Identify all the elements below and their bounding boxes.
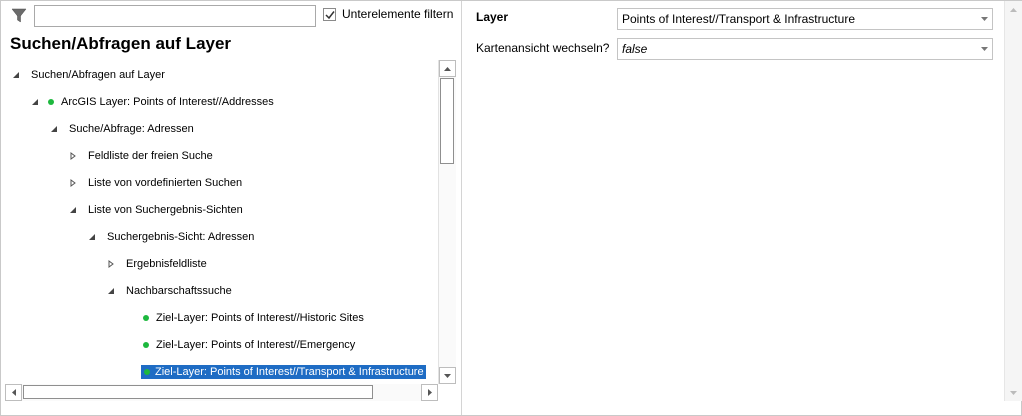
selection-highlight: Ziel-Layer: Points of Interest//Transpor…	[141, 365, 426, 379]
kartenansicht-dropdown[interactable]: false	[617, 38, 993, 60]
scroll-down-button[interactable]	[1005, 384, 1022, 401]
tree-node-label: Ergebnisfeldliste	[126, 258, 207, 270]
tree-node-label: Ziel-Layer: Points of Interest//Emergenc…	[156, 339, 356, 351]
expanded-arrow-icon[interactable]	[106, 286, 116, 296]
expanded-arrow-icon[interactable]	[11, 70, 21, 80]
tree-node[interactable]: Ziel-Layer: Points of Interest//Emergenc…	[143, 336, 357, 354]
scroll-right-button[interactable]	[421, 384, 438, 401]
tree-node[interactable]: Nachbarschaftssuche	[106, 282, 234, 300]
property-label-kartenansicht: Kartenansicht wechseln?	[476, 41, 610, 55]
panel-title: Suchen/Abfragen auf Layer	[10, 34, 232, 53]
expanded-arrow-icon[interactable]	[49, 124, 59, 134]
tree-node[interactable]: Liste von Suchergebnis-Sichten	[68, 201, 245, 219]
left-panel: Unterelemente filtern Suchen/Abfragen au…	[1, 1, 461, 415]
tree-node-label: Liste von vordefinierten Suchen	[88, 177, 243, 189]
window-frame: Unterelemente filtern Suchen/Abfragen au…	[0, 0, 1022, 416]
arrow-up-icon	[444, 66, 451, 71]
tree-horizontal-scrollbar[interactable]	[5, 384, 438, 401]
tree-node-label: ArcGIS Layer: Points of Interest//Addres…	[61, 96, 274, 108]
scroll-thumb[interactable]	[440, 78, 454, 164]
filter-input[interactable]	[34, 5, 316, 27]
scroll-left-button[interactable]	[5, 384, 22, 401]
tree-node[interactable]: ArcGIS Layer: Points of Interest//Addres…	[30, 93, 276, 111]
chevron-down-icon[interactable]	[976, 39, 992, 59]
status-dot-icon	[143, 342, 149, 348]
checkmark-icon	[325, 10, 335, 19]
tree-node[interactable]: Ergebnisfeldliste	[106, 255, 209, 273]
chevron-down-icon[interactable]	[976, 9, 992, 29]
tree-node-label: Suchen/Abfragen auf Layer	[31, 69, 165, 81]
scroll-up-button[interactable]	[1005, 1, 1022, 18]
scroll-thumb[interactable]	[23, 385, 373, 399]
layer-dropdown[interactable]: Points of Interest//Transport & Infrastr…	[617, 8, 993, 30]
tree-node-label: Suchergebnis-Sicht: Adressen	[107, 231, 255, 243]
expanded-arrow-icon[interactable]	[68, 205, 78, 215]
collapsed-arrow-icon[interactable]	[68, 151, 78, 161]
scroll-down-button[interactable]	[439, 367, 456, 384]
tree-vertical-scrollbar[interactable]	[438, 60, 456, 384]
property-panel: Layer Points of Interest//Transport & In…	[462, 1, 1022, 415]
tree-node[interactable]: Ziel-Layer: Points of Interest//Historic…	[143, 309, 366, 327]
tree-node-label: Ziel-Layer: Points of Interest//Transpor…	[155, 366, 424, 378]
tree-node-label: Feldliste der freien Suche	[88, 150, 213, 162]
status-dot-icon	[143, 315, 149, 321]
status-dot-icon	[48, 99, 54, 105]
tree-node[interactable]: Feldliste der freien Suche	[68, 147, 215, 165]
scroll-up-button[interactable]	[439, 60, 456, 77]
filter-icon[interactable]	[11, 8, 27, 24]
subfilter-checkbox-row[interactable]: Unterelemente filtern	[323, 6, 453, 22]
arrow-down-icon	[444, 373, 451, 378]
subfilter-checkbox[interactable]	[323, 7, 336, 21]
kartenansicht-dropdown-value: false	[622, 42, 648, 56]
tree-view: Suchen/Abfragen auf Layer ArcGIS Layer: …	[1, 61, 438, 384]
expanded-arrow-icon[interactable]	[87, 232, 97, 242]
arrow-up-icon	[1010, 7, 1017, 12]
tree-node-label: Ziel-Layer: Points of Interest//Historic…	[156, 312, 364, 324]
tree-node[interactable]: Suche/Abfrage: Adressen	[49, 120, 196, 138]
tree-node[interactable]: Suchen/Abfragen auf Layer	[11, 66, 167, 84]
subfilter-label: Unterelemente filtern	[342, 7, 454, 21]
property-vertical-scrollbar[interactable]	[1004, 1, 1022, 401]
tree-node-label: Liste von Suchergebnis-Sichten	[88, 204, 243, 216]
tree-node-selected[interactable]: Ziel-Layer: Points of Interest//Transpor…	[141, 363, 426, 381]
tree-node-label: Suche/Abfrage: Adressen	[69, 123, 194, 135]
arrow-right-icon	[427, 389, 432, 396]
collapsed-arrow-icon[interactable]	[68, 178, 78, 188]
collapsed-arrow-icon[interactable]	[106, 259, 116, 269]
status-dot-icon	[144, 369, 150, 375]
arrow-down-icon	[1010, 390, 1017, 395]
arrow-left-icon	[11, 389, 16, 396]
tree-node[interactable]: Liste von vordefinierten Suchen	[68, 174, 244, 192]
property-label-layer: Layer	[476, 10, 509, 24]
expanded-arrow-icon[interactable]	[30, 97, 40, 107]
layer-dropdown-value: Points of Interest//Transport & Infrastr…	[622, 12, 855, 26]
tree-node[interactable]: Suchergebnis-Sicht: Adressen	[87, 228, 256, 246]
tree-node-label: Nachbarschaftssuche	[126, 285, 232, 297]
